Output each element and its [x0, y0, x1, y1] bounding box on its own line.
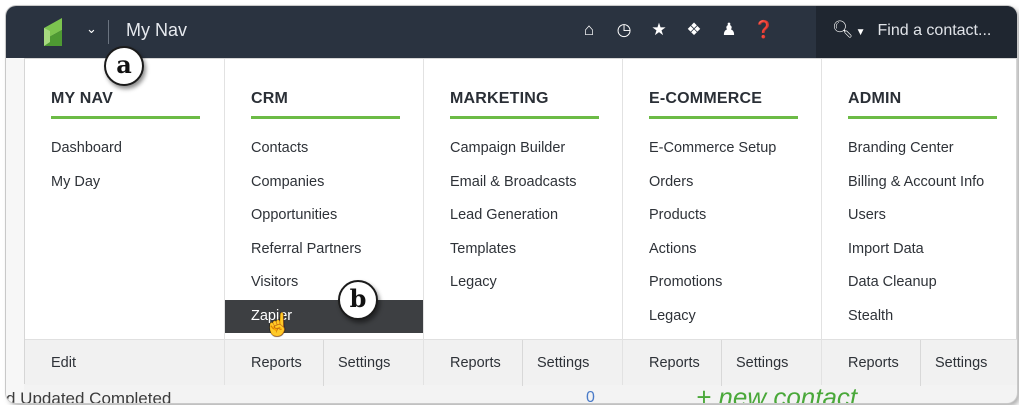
star-icon[interactable]: ★ — [648, 20, 670, 40]
menu-item-opportunities[interactable]: Opportunities — [225, 199, 423, 233]
menu-item-zapier[interactable]: Zapier — [225, 299, 423, 333]
home-icon[interactable]: ⌂ — [578, 20, 600, 40]
callout-a: a — [104, 46, 144, 86]
app-window: d Updated Completed 0 + new contact ⌄ My… — [6, 6, 1017, 403]
menu-item-dashboard[interactable]: Dashboard — [25, 132, 224, 166]
help-icon[interactable]: ❓ — [753, 20, 775, 40]
search-icon[interactable]: 🔍︎ — [832, 20, 854, 39]
clock-icon[interactable]: ◷ — [613, 20, 635, 40]
menu-item-users[interactable]: Users — [822, 199, 1017, 233]
menu-item-import-data[interactable]: Import Data — [822, 233, 1017, 267]
column-heading: MARKETING — [450, 90, 599, 119]
nav-menu-chevron-down-icon[interactable]: ⌄ — [86, 21, 97, 37]
menu-item-branding-center[interactable]: Branding Center — [822, 132, 1017, 166]
reports-button[interactable]: Reports — [424, 340, 523, 386]
settings-button[interactable]: Settings — [722, 340, 788, 386]
menu-list: E-Commerce Setup Orders Products Actions… — [623, 132, 821, 333]
settings-button[interactable]: Settings — [523, 340, 589, 386]
menu-list: Contacts Companies Opportunities Referra… — [225, 132, 423, 333]
menu-column-e-commerce: E-COMMERCE E-Commerce Setup Orders Produ… — [622, 59, 821, 386]
menu-item-referral-partners[interactable]: Referral Partners — [225, 233, 423, 267]
menu-item-visitors[interactable]: Visitors — [225, 266, 423, 300]
column-heading: MY NAV — [51, 90, 200, 119]
menu-column-admin: ADMIN Branding Center Billing & Account … — [821, 59, 1017, 386]
menu-item-my-day[interactable]: My Day — [25, 166, 224, 200]
menu-item-promotions[interactable]: Promotions — [623, 266, 821, 300]
settings-button[interactable]: Settings — [921, 340, 987, 386]
menu-item-data-cleanup[interactable]: Data Cleanup — [822, 266, 1017, 300]
background-count: 0 — [586, 389, 595, 403]
search-caret-icon[interactable]: ▼ — [856, 27, 866, 38]
menu-item-billing-account-info[interactable]: Billing & Account Info — [822, 166, 1017, 200]
hand-pointer-cursor-icon: ☝ — [264, 312, 292, 337]
column-footer: Reports Settings — [424, 339, 622, 386]
app-logo-icon[interactable] — [44, 18, 68, 46]
edit-button[interactable]: Edit — [25, 340, 224, 386]
menu-list: Branding Center Billing & Account Info U… — [822, 132, 1017, 333]
reports-button[interactable]: Reports — [822, 340, 921, 386]
background-status-text: d Updated Completed — [6, 389, 172, 403]
menu-item-companies[interactable]: Companies — [225, 166, 423, 200]
top-navigation-bar: ⌄ My Nav ⌂ ◷ ★ ❖ ♟ ❓ 🔍︎ ▼ Find a contact..… — [6, 6, 1017, 58]
menu-item-actions[interactable]: Actions — [623, 233, 821, 267]
column-footer: Edit — [25, 339, 224, 385]
menu-list: Dashboard My Day — [25, 132, 224, 199]
menu-column-marketing: MARKETING Campaign Builder Email & Broad… — [423, 59, 622, 386]
menu-item-e-commerce-setup[interactable]: E-Commerce Setup — [623, 132, 821, 166]
page-behind-left-strip — [6, 58, 24, 403]
user-icon[interactable]: ♟ — [718, 20, 740, 40]
mega-nav-menu: MY NAV Dashboard My Day Edit CRM Contact… — [24, 58, 1017, 386]
topbar-divider — [108, 20, 109, 44]
column-heading: E-COMMERCE — [649, 90, 798, 119]
menu-item-templates[interactable]: Templates — [424, 233, 622, 267]
menu-item-orders[interactable]: Orders — [623, 166, 821, 200]
contact-search[interactable]: 🔍︎ ▼ Find a contact... — [816, 6, 1017, 58]
menu-item-campaign-builder[interactable]: Campaign Builder — [424, 132, 622, 166]
column-footer: Reports Settings — [623, 339, 821, 386]
menu-item-contacts[interactable]: Contacts — [225, 132, 423, 166]
column-footer: Reports Settings — [822, 339, 1017, 386]
menu-column-crm: CRM Contacts Companies Opportunities Ref… — [224, 59, 423, 386]
menu-item-legacy[interactable]: Legacy — [623, 300, 821, 334]
column-footer: Reports Settings — [225, 339, 423, 386]
reports-button[interactable]: Reports — [623, 340, 722, 386]
topbar-icon-group: ⌂ ◷ ★ ❖ ♟ ❓ — [578, 20, 775, 40]
puzzle-icon[interactable]: ❖ — [683, 20, 705, 40]
menu-item-stealth[interactable]: Stealth — [822, 300, 1017, 334]
column-heading: CRM — [251, 90, 400, 119]
search-placeholder[interactable]: Find a contact... — [878, 22, 992, 39]
menu-item-lead-generation[interactable]: Lead Generation — [424, 199, 622, 233]
settings-button[interactable]: Settings — [324, 340, 390, 386]
reports-button[interactable]: Reports — [225, 340, 324, 386]
column-heading: ADMIN — [848, 90, 997, 119]
menu-item-products[interactable]: Products — [623, 199, 821, 233]
menu-list: Campaign Builder Email & Broadcasts Lead… — [424, 132, 622, 300]
menu-column-my-nav: MY NAV Dashboard My Day Edit — [25, 59, 224, 385]
menu-item-email-broadcasts[interactable]: Email & Broadcasts — [424, 166, 622, 200]
callout-b: b — [338, 280, 378, 320]
menu-item-legacy[interactable]: Legacy — [424, 266, 622, 300]
nav-title[interactable]: My Nav — [126, 20, 187, 41]
